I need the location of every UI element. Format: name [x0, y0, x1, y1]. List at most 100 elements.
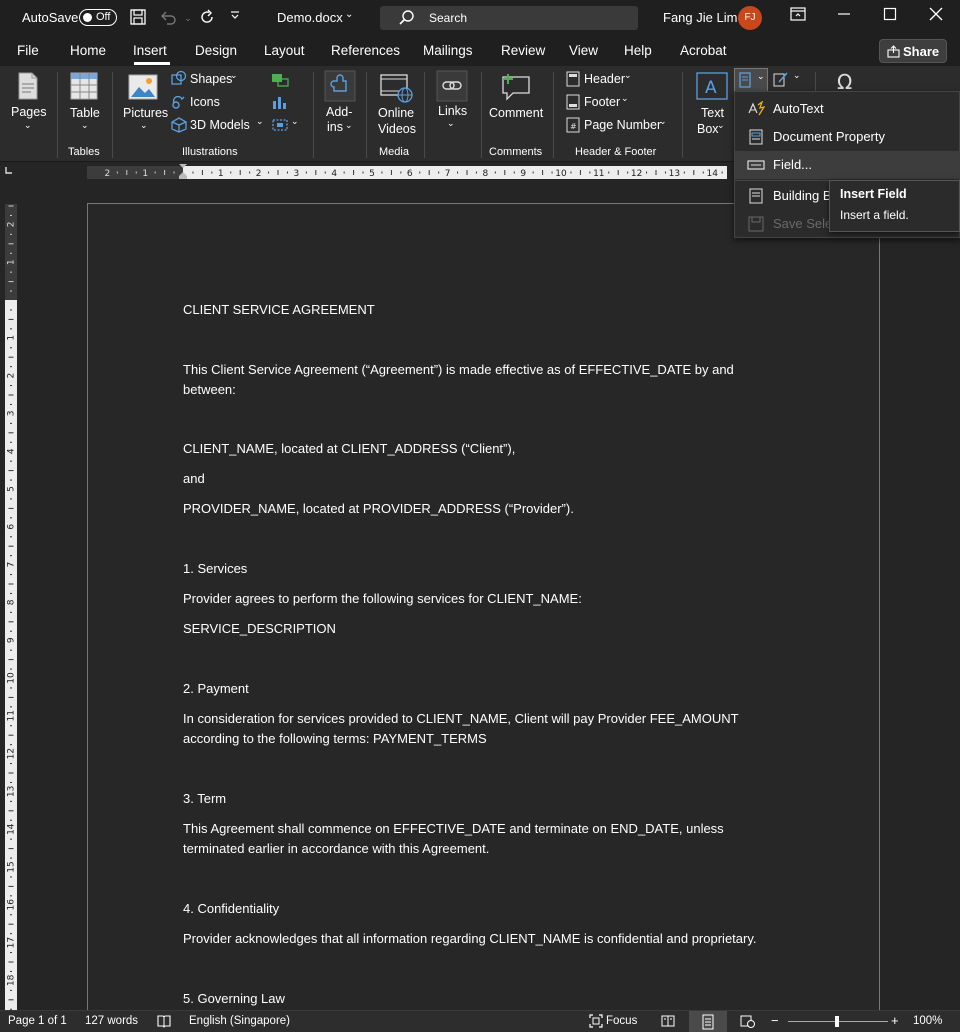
comment-button[interactable]: Comment	[489, 106, 543, 120]
undo-dropdown-icon[interactable]: ⌄	[178, 8, 198, 28]
menu-item-field[interactable]: Field...	[735, 151, 960, 179]
zoom-in-icon[interactable]: +	[891, 1013, 899, 1028]
text-box-icon[interactable]: A	[696, 72, 728, 103]
pictures-icon[interactable]	[128, 74, 158, 103]
paragraph: between:	[183, 382, 236, 397]
ruler-tick-mark	[324, 171, 326, 174]
focus-button[interactable]: Focus	[606, 1015, 637, 1027]
quick-parts-button[interactable]: ⌄	[734, 68, 768, 92]
3d-models-icon[interactable]	[171, 117, 187, 136]
word-count[interactable]: 127 words	[85, 1015, 138, 1027]
proofing-icon[interactable]	[157, 1014, 171, 1031]
text-box-button-line2[interactable]: Box	[697, 122, 719, 136]
maximize-icon[interactable]	[878, 6, 902, 30]
chevron-down-icon[interactable]: ⌄	[717, 120, 725, 131]
icons-button[interactable]: Icons	[190, 95, 220, 109]
chevron-down-icon[interactable]: ⌄	[81, 120, 89, 131]
vertical-ruler[interactable]: 2 1 1 2 3 4 5 6 7 8 9 10 11 12 13 14 15 16 17 18	[5, 204, 17, 1012]
tab-help[interactable]: Help	[624, 43, 652, 58]
tab-acrobat[interactable]: Acrobat	[680, 43, 727, 58]
tab-review[interactable]: Review	[501, 43, 545, 58]
smartart-icon[interactable]	[271, 71, 289, 90]
page-number-icon[interactable]: #	[566, 117, 580, 136]
tab-references[interactable]: References	[331, 43, 400, 58]
screenshot-icon[interactable]	[271, 117, 289, 136]
tab-insert[interactable]: Insert	[133, 43, 167, 58]
menu-item-autotext[interactable]: AutoText	[735, 95, 960, 123]
user-name[interactable]: Fang Jie Lim	[663, 10, 737, 25]
search-box[interactable]: Search	[380, 6, 638, 30]
footer-button[interactable]: Footer	[584, 95, 620, 109]
add-ins-icon[interactable]	[324, 70, 356, 105]
chevron-down-icon[interactable]: ⌄	[230, 70, 238, 81]
links-button[interactable]: Links	[438, 104, 467, 118]
chevron-down-icon[interactable]: ⌄	[621, 93, 629, 104]
page-count[interactable]: Page 1 of 1	[8, 1015, 67, 1027]
autosave-toggle[interactable]: Off	[79, 9, 117, 26]
pages-button[interactable]: Pages	[11, 105, 46, 119]
tab-mailings[interactable]: Mailings	[423, 43, 473, 58]
pages-icon[interactable]	[16, 72, 40, 103]
print-layout-button[interactable]	[689, 1011, 727, 1032]
tab-layout[interactable]: Layout	[264, 43, 305, 58]
undo-icon[interactable]	[158, 8, 178, 28]
language-indicator[interactable]: English (Singapore)	[189, 1015, 290, 1027]
chevron-down-icon[interactable]: ⌄	[140, 120, 148, 131]
focus-icon[interactable]	[589, 1014, 603, 1031]
chevron-down-icon[interactable]: ⌄	[793, 70, 801, 81]
document-body[interactable]: CLIENT SERVICE AGREEMENT This Client Ser…	[183, 300, 793, 1009]
add-ins-button-line2[interactable]: ins	[327, 120, 343, 134]
shapes-icon[interactable]	[171, 70, 187, 89]
tab-home[interactable]: Home	[70, 43, 106, 58]
online-videos-button[interactable]: Online	[378, 106, 414, 120]
redo-icon[interactable]	[197, 8, 217, 28]
chevron-down-icon[interactable]: ⌄	[24, 120, 32, 131]
zoom-slider-thumb[interactable]	[835, 1016, 839, 1027]
menu-item-document-property[interactable]: Document Property	[735, 123, 960, 151]
read-mode-icon[interactable]	[661, 1014, 675, 1031]
chevron-down-icon[interactable]: ⌄	[659, 116, 667, 127]
tab-design[interactable]: Design	[195, 43, 237, 58]
ribbon-display-icon[interactable]	[786, 6, 810, 30]
indent-marker[interactable]	[179, 162, 187, 184]
header-button[interactable]: Header	[584, 72, 625, 86]
share-button[interactable]: Share	[879, 39, 947, 63]
zoom-out-icon[interactable]: −	[771, 1013, 779, 1028]
avatar[interactable]: FJ	[738, 6, 762, 30]
customize-toolbar-icon[interactable]	[225, 8, 245, 28]
header-icon[interactable]	[566, 71, 580, 90]
3d-models-button[interactable]: 3D Models	[190, 118, 250, 132]
tab-selector-icon[interactable]	[4, 165, 20, 181]
chevron-down-icon[interactable]: ⌄	[345, 120, 353, 131]
pictures-button[interactable]: Pictures	[123, 106, 168, 120]
tab-file[interactable]: File	[17, 43, 39, 58]
chevron-down-icon[interactable]: ⌄	[345, 9, 353, 20]
chevron-down-icon[interactable]: ⌄	[624, 70, 632, 81]
minimize-icon[interactable]	[832, 6, 856, 30]
document-title[interactable]: Demo.docx	[277, 10, 343, 25]
add-ins-button[interactable]: Add-	[326, 105, 352, 119]
close-icon[interactable]	[924, 6, 948, 30]
page-number-button[interactable]: Page Number	[584, 118, 661, 132]
shapes-button[interactable]: Shapes	[190, 72, 232, 86]
table-button[interactable]: Table	[70, 106, 100, 120]
footer-icon[interactable]	[566, 94, 580, 113]
chart-icon[interactable]	[271, 94, 289, 113]
signature-line-icon[interactable]	[773, 71, 789, 90]
comment-icon[interactable]	[500, 72, 532, 105]
chevron-down-icon[interactable]: ⌄	[256, 116, 264, 127]
document-page[interactable]: CLIENT SERVICE AGREEMENT This Client Ser…	[87, 203, 880, 1013]
tab-view[interactable]: View	[569, 43, 598, 58]
online-videos-icon[interactable]	[380, 74, 414, 107]
web-layout-icon[interactable]	[740, 1014, 755, 1031]
icons-icon[interactable]	[171, 94, 187, 113]
save-icon[interactable]	[128, 8, 148, 28]
links-icon[interactable]	[436, 70, 468, 105]
online-videos-button-line2[interactable]: Videos	[378, 122, 416, 136]
ruler-tick-mark	[126, 170, 128, 175]
text-box-button[interactable]: Text	[701, 106, 724, 120]
chevron-down-icon[interactable]: ⌄	[447, 118, 455, 129]
table-icon[interactable]	[70, 72, 98, 103]
zoom-level[interactable]: 100%	[913, 1015, 942, 1027]
chevron-down-icon[interactable]: ⌄	[291, 116, 299, 127]
